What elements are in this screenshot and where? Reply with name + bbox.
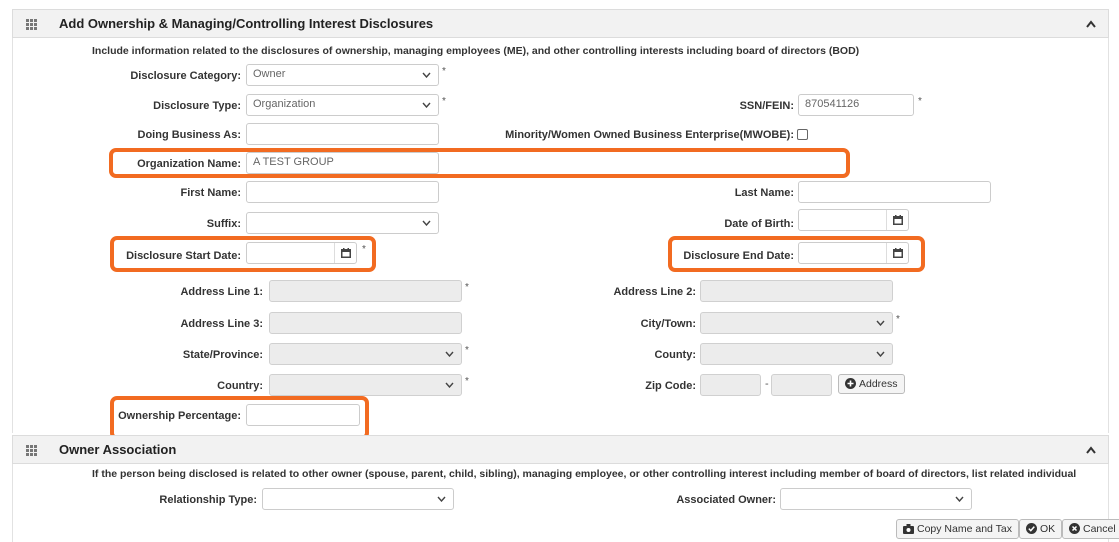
address-lookup-button[interactable]: Address: [838, 374, 905, 394]
disclosures-intro-text: Include information related to the discl…: [92, 45, 860, 57]
chevron-down-icon: [422, 220, 431, 226]
address-line-2-label: Address Line 2:: [613, 286, 696, 298]
suffix-label: Suffix:: [206, 218, 241, 230]
country-select[interactable]: [269, 374, 462, 396]
copy-name-and-tax-button[interactable]: Copy Name and Tax: [896, 519, 1019, 539]
zip-code-label: Zip Code:: [645, 380, 696, 392]
associated-owner-select[interactable]: [780, 488, 972, 510]
check-circle-icon: [1026, 523, 1037, 534]
chevron-down-icon: [437, 496, 446, 502]
ssn-fein-input[interactable]: 870541126: [798, 94, 914, 116]
state-province-label: State/Province:: [182, 349, 263, 361]
date-of-birth-input[interactable]: [798, 209, 909, 231]
relationship-type-label: Relationship Type:: [159, 494, 257, 506]
last-name-input[interactable]: [798, 181, 991, 203]
ok-label: OK: [1040, 523, 1056, 535]
chevron-up-icon[interactable]: [1086, 20, 1096, 28]
country-label: Country:: [217, 380, 263, 392]
owner-association-panel-header[interactable]: Owner Association: [12, 435, 1109, 464]
zip-code-extension-input[interactable]: [771, 374, 832, 396]
ok-button[interactable]: OK: [1019, 519, 1063, 539]
panel-title: Add Ownership & Managing/Controlling Int…: [59, 16, 434, 31]
organization-name-highlight: [109, 148, 850, 178]
required-asterisk: *: [896, 314, 900, 325]
chevron-down-icon: [445, 382, 454, 388]
doing-business-as-input[interactable]: [246, 123, 439, 145]
address-button-label: Address: [859, 378, 898, 390]
city-town-select[interactable]: [700, 312, 893, 334]
cancel-label: Cancel: [1083, 523, 1116, 535]
date-of-birth-calendar-button[interactable]: [886, 210, 908, 230]
disclosure-category-label: Disclosure Category:: [130, 70, 241, 82]
suffix-select[interactable]: [246, 212, 439, 234]
county-select[interactable]: [700, 343, 893, 365]
disclosure-end-date-highlight: [668, 236, 925, 272]
first-name-label: First Name:: [180, 187, 241, 199]
plus-circle-icon: [845, 378, 856, 389]
associated-owner-label: Associated Owner:: [676, 494, 776, 506]
ownership-percentage-highlight: [110, 396, 369, 440]
chevron-down-icon: [876, 320, 885, 326]
chevron-down-icon: [422, 102, 431, 108]
address-line-1-label: Address Line 1:: [180, 286, 263, 298]
chevron-down-icon: [422, 72, 431, 78]
ssn-fein-label: SSN/FEIN:: [739, 100, 794, 112]
copy-name-and-tax-label: Copy Name and Tax: [917, 523, 1012, 535]
calendar-icon: [893, 215, 903, 225]
cancel-button[interactable]: Cancel: [1062, 519, 1119, 539]
camera-icon: [903, 524, 914, 534]
disclosure-type-value: Organization: [253, 98, 316, 110]
disclosure-category-value: Owner: [253, 68, 286, 80]
date-of-birth-label: Date of Birth:: [724, 218, 794, 230]
state-province-select[interactable]: [269, 343, 462, 365]
mwobe-checkbox[interactable]: [797, 129, 808, 140]
disclosure-start-date-highlight: [110, 236, 376, 272]
doing-business-as-label: Doing Business As:: [137, 129, 242, 141]
disclosure-type-select[interactable]: Organization: [246, 94, 439, 116]
disclosure-category-select[interactable]: Owner: [246, 64, 439, 86]
disclosures-panel-header[interactable]: Add Ownership & Managing/Controlling Int…: [12, 9, 1109, 38]
required-asterisk: *: [918, 96, 922, 107]
mwobe-label: Minority/Women Owned Business Enterprise…: [505, 129, 794, 141]
chevron-up-icon[interactable]: [1086, 446, 1096, 454]
city-town-label: City/Town:: [640, 318, 696, 330]
first-name-input[interactable]: [246, 181, 439, 203]
zip-code-input[interactable]: [700, 374, 761, 396]
address-line-1-input[interactable]: [269, 280, 462, 302]
required-asterisk: *: [465, 282, 469, 293]
address-line-3-label: Address Line 3:: [180, 318, 263, 330]
required-asterisk: *: [465, 376, 469, 387]
close-circle-icon: [1069, 523, 1080, 534]
address-line-3-input[interactable]: [269, 312, 462, 334]
chevron-down-icon: [445, 351, 454, 357]
required-asterisk: *: [442, 66, 446, 77]
zip-code-separator: -: [765, 378, 769, 390]
grid-icon: [26, 19, 37, 30]
grid-icon: [26, 445, 37, 456]
last-name-label: Last Name:: [734, 187, 794, 199]
disclosure-type-label: Disclosure Type:: [153, 100, 241, 112]
owner-association-intro-text: If the person being disclosed is related…: [92, 468, 1077, 480]
county-label: County:: [654, 349, 696, 361]
chevron-down-icon: [876, 351, 885, 357]
owner-association-title: Owner Association: [59, 442, 177, 457]
relationship-type-select[interactable]: [262, 488, 454, 510]
required-asterisk: *: [465, 345, 469, 356]
address-line-2-input[interactable]: [700, 280, 893, 302]
chevron-down-icon: [955, 496, 964, 502]
required-asterisk: *: [442, 96, 446, 107]
